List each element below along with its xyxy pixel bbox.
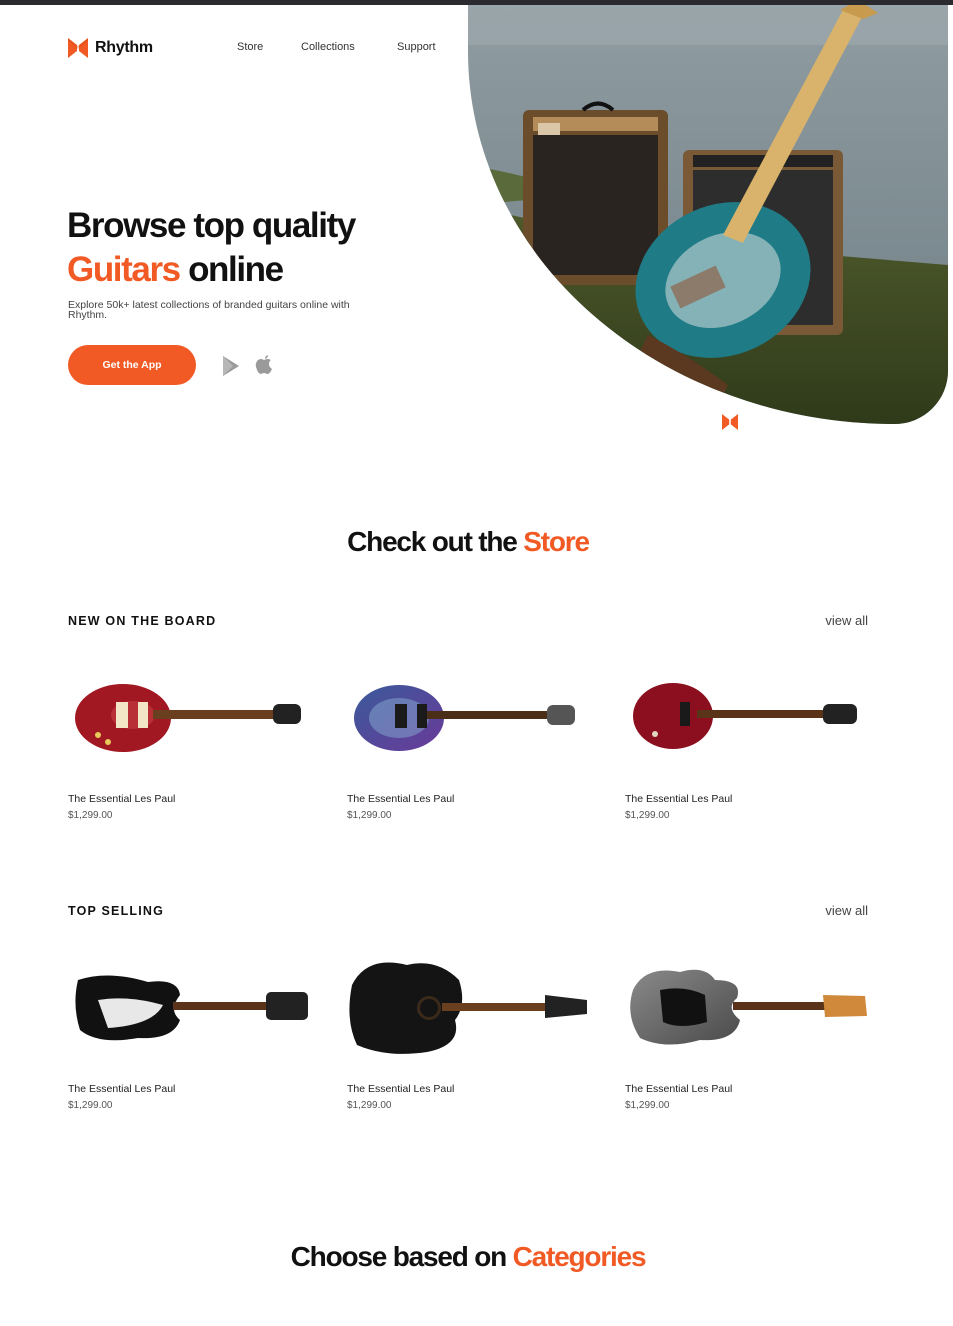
nav-store[interactable]: Store [237,41,263,53]
hero-subtitle: Explore 50k+ latest collections of brand… [68,299,350,321]
product-card[interactable]: The Essential Les Paul $1,299.00 [625,660,870,821]
product-price: $1,299.00 [625,810,670,821]
apple-icon[interactable] [254,353,274,375]
view-all-new-link[interactable]: view all [825,613,868,628]
product-card[interactable]: The Essential Les Paul $1,299.00 [625,950,870,1111]
hero-title-rest: online [188,250,284,289]
hero-title-accent: Guitars [67,250,181,289]
new-on-board-label: NEW ON THE BOARD [68,614,217,628]
guitar-image [347,950,592,1070]
guitar-image [347,660,592,780]
rhythm-logo-icon [68,38,88,58]
product-name: The Essential Les Paul [347,793,455,805]
guitar-image [625,950,870,1070]
product-name: The Essential Les Paul [625,1083,733,1095]
product-name: The Essential Les Paul [68,793,176,805]
product-name: The Essential Les Paul [625,793,733,805]
rhythm-logo-icon [722,414,738,430]
product-name: The Essential Les Paul [68,1083,176,1095]
product-card[interactable]: The Essential Les Paul $1,299.00 [68,660,313,821]
product-price: $1,299.00 [347,810,392,821]
hero-title-line1: Browse top quality [67,206,356,245]
product-price: $1,299.00 [68,810,113,821]
get-the-app-button[interactable]: Get the App [68,345,196,385]
guitar-image [68,950,313,1070]
categories-section-title: Choose based on Categories [0,1241,936,1273]
top-selling-label: TOP SELLING [68,904,165,918]
product-price: $1,299.00 [625,1100,670,1111]
product-card[interactable]: The Essential Les Paul $1,299.00 [68,950,313,1111]
categories-title-plain: Choose based on [290,1241,508,1272]
nav-support[interactable]: Support [397,41,436,53]
brand-logo[interactable]: Rhythm [68,38,153,58]
view-all-top-link[interactable]: view all [825,903,868,918]
nav-collections[interactable]: Collections [301,41,355,53]
guitar-image [68,660,313,780]
google-play-icon[interactable] [221,355,241,377]
product-card[interactable]: The Essential Les Paul $1,299.00 [347,660,592,821]
categories-title-accent: Categories [512,1241,647,1272]
product-name: The Essential Les Paul [347,1083,455,1095]
store-section-title: Check out the Store [0,526,936,558]
product-price: $1,299.00 [68,1100,113,1111]
store-title-accent: Store [523,526,590,557]
product-card[interactable]: The Essential Les Paul $1,299.00 [347,950,592,1111]
brand-name: Rhythm [95,39,153,56]
store-title-plain: Check out the [347,526,518,557]
guitar-image [625,660,870,780]
hero-title: Browse top quality Guitars online [67,204,356,292]
hero-badge [704,398,756,450]
product-price: $1,299.00 [347,1100,392,1111]
hero-image [468,5,948,424]
